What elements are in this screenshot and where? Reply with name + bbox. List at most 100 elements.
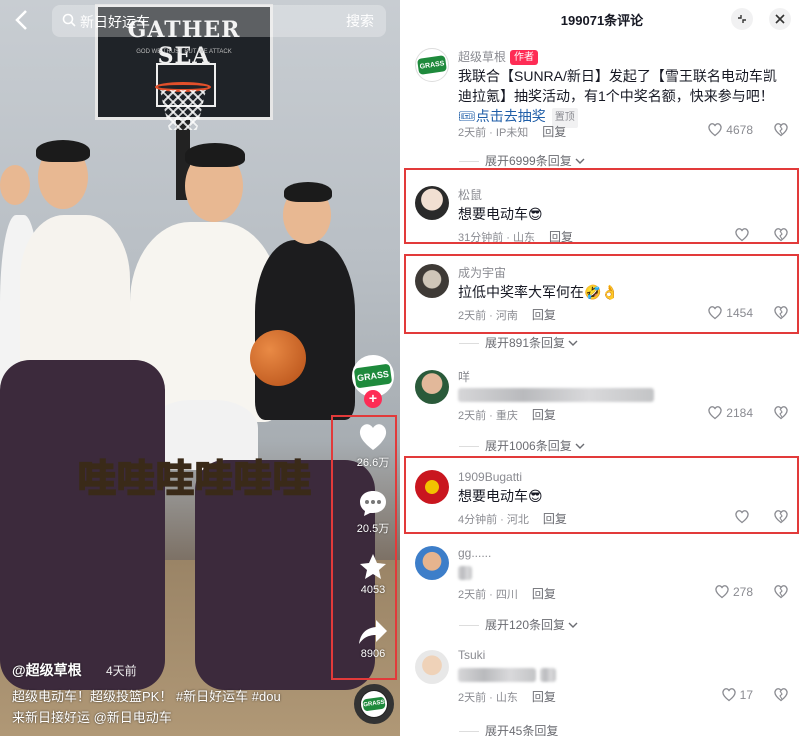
music-disc-logo: GRASS <box>362 696 386 712</box>
avatar[interactable] <box>415 370 449 404</box>
dislike-icon[interactable] <box>773 122 789 142</box>
video-description-line1: 超级电动车！超级投篮PK！ #新日好运车 #dou <box>12 689 281 704</box>
comment-author[interactable]: gg...... <box>458 546 491 560</box>
chevron-down-icon <box>568 622 578 628</box>
video-time: 4天前 <box>106 664 137 678</box>
collapse-icon[interactable] <box>731 8 753 30</box>
comment-time-location: 2天前 · 山东 <box>458 692 518 704</box>
expand-replies-button[interactable]: 展开891条回复 <box>459 334 578 351</box>
video-subtitle: 哇哇哇哇哇哇 <box>77 458 313 502</box>
expand-replies-button[interactable]: 展开45条回复 <box>459 722 558 736</box>
person-sleeveless <box>20 215 130 375</box>
video-player[interactable]: GATHER SEA GOD WE TRUST BUT WE ATTACK 新日… <box>0 0 400 736</box>
backboard-subtext: GOD WE TRUST BUT WE ATTACK <box>136 49 232 55</box>
comment-author-name[interactable]: 超级草根 <box>458 50 506 64</box>
scooter-left <box>0 360 165 690</box>
comment-like-count: 2184 <box>726 405 753 420</box>
plus-icon[interactable]: + <box>364 390 382 408</box>
comment-meta: 2天前 · 山东 回复 <box>458 688 556 705</box>
author-badge: 作者 <box>510 50 539 65</box>
dislike-icon[interactable] <box>773 405 789 425</box>
avatar[interactable]: GRASS <box>415 48 449 82</box>
comment-time-location: 2天前 · 重庆 <box>458 410 518 422</box>
reply-button[interactable]: 回复 <box>532 408 556 422</box>
chevron-down-icon <box>575 443 585 449</box>
comment-author[interactable]: 咩 <box>458 368 470 385</box>
heart-icon <box>708 406 723 420</box>
favorite-count: 4053 <box>360 584 386 596</box>
expand-replies-label[interactable]: 展开120条回复 <box>485 618 565 632</box>
comment-time-location: 2天前 · 四川 <box>458 589 518 601</box>
avatar-logo: GRASS <box>417 55 447 75</box>
comment-like-button[interactable]: 2184 <box>707 405 753 420</box>
comment-like-count: 17 <box>739 687 753 702</box>
video-description: 超级电动车！超级投篮PK！ #新日好运车 #dou 来新日接好运 @新日电动车 <box>12 686 332 728</box>
dislike-icon[interactable] <box>773 584 789 604</box>
comments-panel: 199071条评论 GRASS 超级草根 作者 我联合【SUNRA/新日】发起了【… <box>403 0 801 736</box>
person-black-hair <box>284 182 332 202</box>
expand-replies-button[interactable]: 展开1006条回复 <box>459 437 585 454</box>
comment-meta: 2天前 · 重庆 回复 <box>458 406 556 423</box>
grass-logo: GRASS <box>353 363 393 389</box>
comment-text-body: 我联合【SUNRA/新日】发起了【雪王联名电动车凯迪拉氪】抽奖活动，有1个中奖名… <box>458 68 777 104</box>
comment-icon <box>360 491 386 516</box>
comment-text-blurred <box>458 562 472 582</box>
comment-like-count: 4678 <box>726 122 753 137</box>
highlight-box-comment <box>404 456 799 534</box>
comment-item: 咩 2天前 · 重庆 回复 2184 展开1006条回复 <box>403 366 801 456</box>
video-description-line2: 来新日接好运 @新日电动车 <box>12 710 172 725</box>
expand-replies-button[interactable]: 展开6999条回复 <box>459 152 585 169</box>
avatar[interactable] <box>415 650 449 684</box>
comment-text-blurred <box>458 384 654 404</box>
expand-replies-button[interactable]: 展开120条回复 <box>459 616 578 633</box>
person-left-head <box>0 165 30 205</box>
comment-text: 我联合【SUNRA/新日】发起了【雪王联名电动车凯迪拉氪】抽奖活动，有1个中奖名… <box>458 66 783 128</box>
video-author[interactable]: @超级草根 <box>12 660 82 680</box>
comment-author[interactable]: Tsuki <box>458 648 485 662</box>
search-icon <box>62 13 76 27</box>
lottery-link-text[interactable]: 点击去抽奖 <box>476 108 546 124</box>
back-arrow-icon[interactable] <box>12 8 34 32</box>
comment-like-button[interactable]: 278 <box>714 584 753 599</box>
share-icon <box>359 620 387 644</box>
comment-author[interactable]: 超级草根 作者 <box>458 48 539 65</box>
expand-replies-label[interactable]: 展开1006条回复 <box>485 439 572 453</box>
expand-replies-label[interactable]: 展开6999条回复 <box>485 154 572 168</box>
heart-icon <box>359 424 387 450</box>
lottery-link[interactable]: 🎟点击去抽奖 <box>458 108 546 124</box>
avatar[interactable] <box>415 546 449 580</box>
comment-meta: 2天前 · IP未知 回复 <box>458 123 566 140</box>
comment-like-button[interactable]: 4678 <box>707 122 753 137</box>
highlight-box-comment <box>404 168 799 244</box>
reply-button[interactable]: 回复 <box>532 690 556 704</box>
chevron-down-icon <box>568 340 578 346</box>
person-sleeveless-hair <box>36 140 90 162</box>
reply-button[interactable]: 回复 <box>542 125 566 139</box>
like-button[interactable]: 26.6万 <box>348 422 398 470</box>
basketball <box>250 330 306 386</box>
favorite-button[interactable]: 4053 <box>348 552 398 596</box>
search-query[interactable]: 新日好运车 <box>80 12 150 32</box>
close-icon[interactable] <box>769 8 791 30</box>
dislike-icon[interactable] <box>773 687 789 707</box>
music-disc[interactable]: GRASS <box>354 684 394 724</box>
chevron-down-icon <box>575 158 585 164</box>
heart-icon <box>708 123 723 137</box>
comment-button[interactable]: 20.5万 <box>348 488 398 536</box>
expand-replies-label[interactable]: 展开891条回复 <box>485 336 565 350</box>
search-button[interactable]: 搜索 <box>346 11 374 31</box>
comments-header: 199071条评论 <box>403 0 801 38</box>
comment-time-location: 2天前 · IP未知 <box>458 127 529 139</box>
comment-like-count: 278 <box>732 584 753 599</box>
highlight-box-comment <box>404 254 799 334</box>
heart-icon <box>721 688 736 702</box>
search-bar[interactable]: 新日好运车 搜索 <box>52 5 386 37</box>
share-count: 8906 <box>360 648 386 660</box>
expand-replies-label[interactable]: 展开45条回复 <box>485 724 558 736</box>
like-count: 26.6万 <box>356 457 390 469</box>
comment-like-button[interactable]: 17 <box>721 687 753 702</box>
share-button[interactable]: 8906 <box>348 618 398 660</box>
reply-button[interactable]: 回复 <box>532 587 556 601</box>
comment-meta: 2天前 · 四川 回复 <box>458 585 556 602</box>
comment-count: 20.5万 <box>356 523 390 535</box>
